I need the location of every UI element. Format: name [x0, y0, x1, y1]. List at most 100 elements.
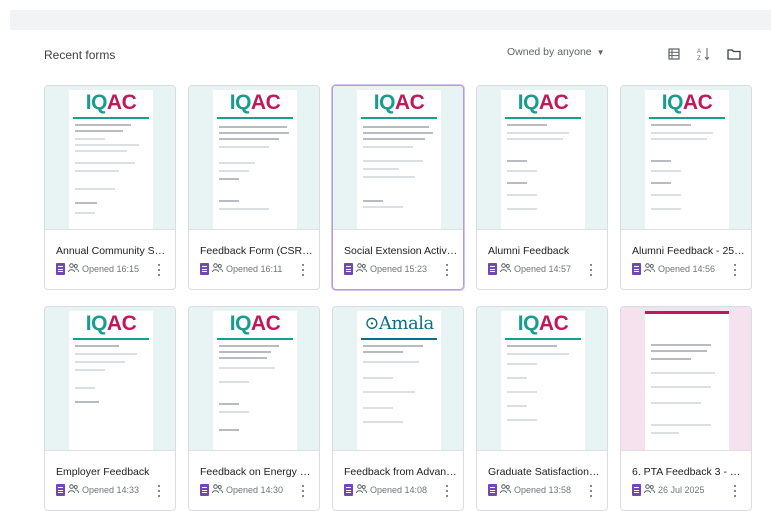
shared-people-icon — [644, 484, 655, 496]
preview-text-line — [75, 150, 127, 152]
opened-time: Opened 14:56 — [658, 264, 716, 274]
form-thumbnail[interactable]: IQAC — [333, 86, 463, 230]
preview-text-line — [507, 391, 537, 393]
form-card[interactable]: IQAC Feedback Form (CSR Acti... Opened 16:… — [188, 85, 320, 290]
more-options-icon[interactable] — [299, 264, 307, 276]
form-card[interactable]: IQAC Feedback on Energy & Wa... Opened 14:… — [188, 306, 320, 511]
preview-text-line — [75, 387, 95, 389]
form-card[interactable]: IQAC Social Extension Activity ... Opened … — [332, 85, 464, 290]
preview-text-line — [75, 188, 115, 190]
form-meta: Opened 14:56 — [632, 263, 715, 275]
preview-text-line — [651, 386, 711, 388]
form-title[interactable]: Alumni Feedback - 25.07... — [632, 245, 746, 257]
preview-text-line — [507, 132, 569, 134]
more-options-icon[interactable] — [587, 264, 595, 276]
list-view-icon[interactable] — [666, 46, 682, 62]
iqac-logo: IQAC — [661, 91, 713, 114]
preview-text-line — [651, 160, 671, 162]
preview-text-line — [507, 138, 563, 140]
preview-text-line — [507, 182, 527, 184]
preview-text-line — [219, 138, 279, 140]
form-title[interactable]: Annual Community Surve... — [56, 245, 170, 257]
form-card[interactable]: IQAC Alumni Feedback Opened 14:57 — [476, 85, 608, 290]
more-options-icon[interactable] — [731, 264, 739, 276]
more-options-icon[interactable] — [587, 485, 595, 497]
form-title[interactable]: Social Extension Activity ... — [344, 245, 458, 257]
form-meta: Opened 16:15 — [56, 263, 139, 275]
google-forms-icon — [488, 484, 497, 496]
form-title[interactable]: Feedback on Energy & Wa... — [200, 466, 314, 478]
form-card[interactable]: 6. PTA Feedback 3 - 2024 ... 26 Jul 2025 — [620, 306, 752, 511]
preview-text-line — [75, 369, 105, 371]
more-options-icon[interactable] — [443, 485, 451, 497]
form-title[interactable]: Feedback Form (CSR Acti... — [200, 245, 314, 257]
preview-text-line — [363, 391, 415, 393]
form-preview-page: IQAC — [501, 311, 585, 450]
preview-text-line — [219, 208, 269, 210]
svg-text:Z: Z — [697, 56, 701, 61]
google-forms-icon — [344, 484, 353, 496]
preview-text-line — [507, 353, 569, 355]
opened-time: Opened 16:11 — [226, 264, 283, 274]
preview-text-line — [507, 363, 537, 365]
more-options-icon[interactable] — [731, 485, 739, 497]
preview-text-line — [651, 208, 681, 210]
preview-text-line — [651, 138, 707, 140]
preview-text-line — [219, 367, 275, 369]
opened-time: Opened 14:33 — [82, 485, 140, 495]
form-card[interactable]: IQAC Alumni Feedback - 25.07... Opened 14:… — [620, 85, 752, 290]
preview-text-line — [651, 350, 707, 352]
shared-people-icon — [500, 484, 511, 496]
preview-text-line — [651, 432, 679, 434]
iqac-logo: IQAC — [229, 312, 281, 335]
preview-text-line — [507, 160, 527, 162]
form-preview-page: IQAC — [213, 311, 297, 450]
form-thumbnail[interactable] — [621, 307, 751, 451]
owned-by-dropdown[interactable]: Owned by anyone ▼ — [507, 46, 605, 58]
section-title: Recent forms — [44, 48, 116, 62]
form-thumbnail[interactable]: IQAC — [189, 86, 319, 230]
form-card-info: Employer Feedback Opened 14:33 — [45, 451, 175, 510]
form-title[interactable]: Feedback from Advanced... — [344, 466, 458, 478]
more-options-icon[interactable] — [443, 264, 451, 276]
form-title[interactable]: Alumni Feedback — [488, 245, 602, 257]
more-options-icon[interactable] — [299, 485, 307, 497]
form-card[interactable]: IQAC Graduate Satisfaction Sur... Opened 1… — [476, 306, 608, 511]
form-card[interactable]: IQAC Employer Feedback Opened 14:33 — [44, 306, 176, 511]
preview-text-line — [75, 170, 119, 172]
form-card-info: Alumni Feedback Opened 14:57 — [477, 230, 607, 289]
form-meta: Opened 14:57 — [488, 263, 571, 275]
form-thumbnail[interactable]: IQAC — [621, 86, 751, 230]
preview-text-line — [507, 419, 537, 421]
caret-down-icon: ▼ — [596, 47, 605, 57]
folder-icon[interactable] — [726, 46, 742, 62]
form-thumbnail[interactable]: IQAC — [45, 307, 175, 451]
preview-text-line — [507, 208, 537, 210]
form-title[interactable]: 6. PTA Feedback 3 - 2024 ... — [632, 466, 746, 478]
preview-text-line — [219, 411, 249, 413]
form-preview-page: IQAC — [645, 90, 729, 229]
opened-time: Opened 14:08 — [370, 485, 428, 495]
form-thumbnail[interactable]: ⊙Amala — [333, 307, 463, 451]
form-title[interactable]: Graduate Satisfaction Sur... — [488, 466, 602, 478]
preview-text-line — [651, 344, 711, 346]
preview-text-line — [651, 358, 691, 360]
header-rule — [361, 117, 437, 119]
google-forms-icon — [632, 484, 641, 496]
form-thumbnail[interactable]: IQAC — [45, 86, 175, 230]
form-card-info: Social Extension Activity ... Opened 15:2… — [333, 230, 463, 289]
sort-az-icon[interactable]: AZ — [696, 46, 712, 62]
preview-text-line — [75, 202, 97, 204]
iqac-logo: IQAC — [85, 312, 137, 335]
shared-people-icon — [356, 263, 367, 275]
form-thumbnail[interactable]: IQAC — [477, 86, 607, 230]
form-card[interactable]: IQAC Annual Community Surve... Opened 16:1… — [44, 85, 176, 290]
more-options-icon[interactable] — [155, 264, 163, 276]
form-card[interactable]: ⊙Amala Feedback from Advanced... Opened 14… — [332, 306, 464, 511]
form-title[interactable]: Employer Feedback — [56, 466, 170, 478]
form-thumbnail[interactable]: IQAC — [477, 307, 607, 451]
preview-text-line — [75, 130, 123, 132]
more-options-icon[interactable] — [155, 485, 163, 497]
form-thumbnail[interactable]: IQAC — [189, 307, 319, 451]
preview-text-line — [75, 353, 137, 355]
